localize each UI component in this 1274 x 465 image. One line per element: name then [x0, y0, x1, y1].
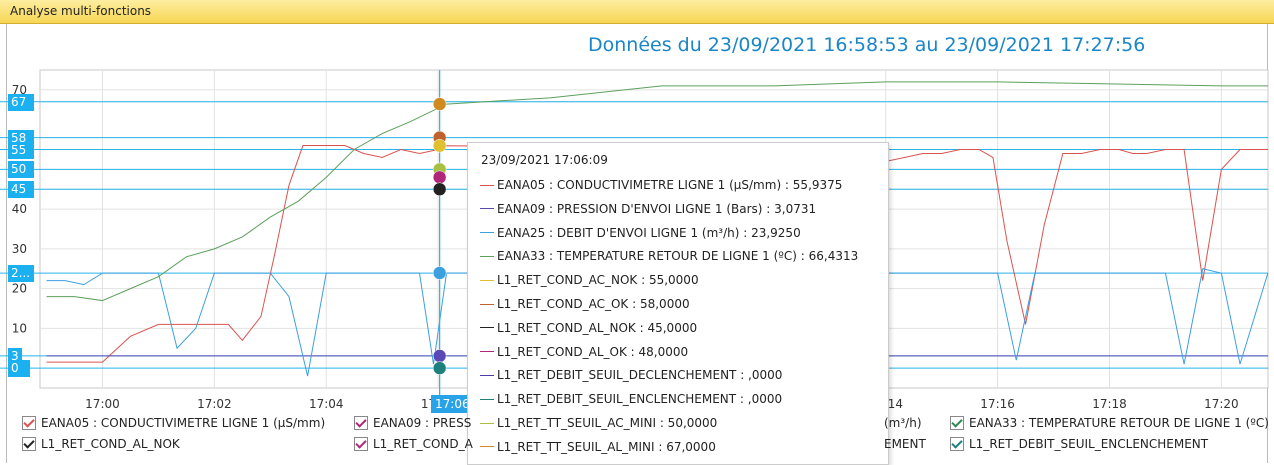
cursor-marker: [432, 361, 447, 375]
tooltip-row-text: EANA05 : CONDUCTIVIMETRE LIGNE 1 (µS/mm)…: [497, 178, 843, 192]
tooltip-row-text: EANA33 : TEMPERATURE RETOUR DE LIGNE 1 (…: [497, 249, 859, 264]
legend-checkbox[interactable]: [354, 437, 368, 451]
cursor-marker: [432, 170, 447, 185]
legend-item-label: L1_RET_COND_A: [373, 437, 473, 451]
tooltip-row: L1_RET_COND_AC_OK : 58,0000: [480, 297, 690, 311]
tooltip-row-text: L1_RET_COND_AL_OK : 48,0000: [497, 344, 689, 359]
y-highlight-badge: 67: [8, 93, 34, 111]
tooltip-row: EANA25 : DEBIT D'ENVOI LIGNE 1 (m³/h) : …: [480, 226, 801, 240]
tooltip-row-text: L1_RET_COND_AL_NOK : 45,0000: [497, 320, 698, 335]
legend-item-label: L1_RET_DEBIT_SEUIL_ENCLENCHEMENT: [969, 437, 1209, 451]
legend-checkbox[interactable]: [22, 416, 36, 430]
tooltip-row: L1_RET_DEBIT_SEUIL_DECLENCHEMENT : ,0000: [480, 368, 782, 382]
tooltip-row-text: L1_RET_COND_AC_OK : 58,0000: [497, 297, 690, 311]
legend-item[interactable]: EANA05 : CONDUCTIVIMETRE LIGNE 1 (µS/mm): [22, 416, 325, 430]
tooltip-date: 23/09/2021 17:06:09: [481, 153, 608, 167]
legend-checkbox[interactable]: [950, 437, 964, 451]
legend-item[interactable]: EANA33 : TEMPERATURE RETOUR DE LIGNE 1 (…: [950, 416, 1269, 430]
y-tick-label: 30: [12, 242, 27, 256]
legend-item-partial: EMENT: [884, 437, 926, 451]
legend-checkbox[interactable]: [22, 437, 36, 451]
legend-checkbox[interactable]: [354, 416, 368, 430]
tooltip-row-text: L1_RET_COND_AC_NOK : 55,0000: [497, 273, 699, 288]
y-highlight-badge: 50: [8, 161, 34, 179]
cursor-marker: [432, 182, 447, 196]
legend-checkbox[interactable]: [950, 416, 964, 430]
cursor-marker: [432, 266, 447, 280]
x-tick-label: 17:02: [197, 397, 232, 411]
tooltip-swatch: [480, 279, 494, 281]
tooltip-row-text: EANA25 : DEBIT D'ENVOI LIGNE 1 (m³/h) : …: [497, 225, 801, 240]
tooltip-row: L1_RET_COND_AC_NOK : 55,0000: [480, 273, 699, 287]
tooltip-swatch: [480, 255, 494, 257]
tooltip-row: EANA09 : PRESSION D'ENVOI LIGNE 1 (Bars)…: [480, 202, 816, 216]
y-tick-label: 10: [12, 321, 27, 335]
tooltip-row: L1_RET_DEBIT_SEUIL_ENCLENCHEMENT : ,0000: [480, 392, 782, 406]
y-highlight-badge: 45: [8, 181, 34, 199]
legend-item-label: EANA05 : CONDUCTIVIMETRE LIGNE 1 (µS/mm): [41, 416, 326, 430]
tooltip-swatch: [480, 184, 494, 186]
tooltip-row: EANA05 : CONDUCTIVIMETRE LIGNE 1 (µS/mm)…: [480, 178, 842, 192]
legend-item-label: EANA33 : TEMPERATURE RETOUR DE LIGNE 1 (…: [969, 416, 1269, 430]
x-tick-label: 17:16: [980, 397, 1015, 411]
legend-item-label: (m³/h): [884, 416, 922, 430]
tooltip-swatch: [480, 327, 494, 329]
tooltip-row-text: L1_RET_DEBIT_SEUIL_DECLENCHEMENT : ,0000: [497, 368, 783, 383]
x-tick-label: 17:00: [85, 397, 120, 411]
tooltip-swatch: [480, 374, 494, 376]
y-highlight-badge: 0: [8, 360, 30, 378]
cursor-x-label: 17:06: [431, 395, 471, 413]
legend-item-partial: (m³/h): [884, 416, 922, 430]
legend-item[interactable]: L1_RET_COND_A: [354, 437, 473, 451]
tooltip-swatch: [480, 398, 494, 400]
tooltip-swatch: [480, 351, 494, 353]
tooltip-swatch: [480, 208, 494, 210]
tooltip-swatch: [480, 232, 494, 234]
x-tick-label: 17:20: [1204, 397, 1239, 411]
legend-item[interactable]: L1_RET_COND_AL_NOK: [22, 437, 180, 451]
tooltip-row-text: EANA09 : PRESSION D'ENVOI LIGNE 1 (Bars)…: [497, 201, 817, 216]
tooltip-swatch: [480, 303, 494, 305]
cursor-marker: [432, 349, 447, 363]
tooltip-row: EANA33 : TEMPERATURE RETOUR DE LIGNE 1 (…: [480, 249, 858, 263]
legend-item-label: L1_RET_COND_AL_NOK: [41, 437, 180, 451]
y-highlight-badge: 2...: [8, 265, 34, 283]
cursor-marker: [432, 97, 447, 111]
chart-legend: EANA05 : CONDUCTIVIMETRE LIGNE 1 (µS/mm)…: [22, 414, 1272, 460]
legend-item-label: EANA09 : PRESS: [373, 416, 472, 430]
legend-item-label: EMENT: [884, 437, 926, 451]
tooltip-row: L1_RET_COND_AL_NOK : 45,0000: [480, 321, 697, 335]
y-tick-label: 20: [12, 282, 27, 296]
legend-item[interactable]: L1_RET_DEBIT_SEUIL_ENCLENCHEMENT: [950, 437, 1208, 451]
cursor-marker: [432, 139, 447, 153]
tooltip-row: L1_RET_COND_AL_OK : 48,0000: [480, 345, 688, 359]
x-tick-label: 17:18: [1092, 397, 1127, 411]
legend-item[interactable]: EANA09 : PRESS: [354, 416, 471, 430]
y-tick-label: 40: [12, 202, 27, 216]
x-tick-label: 17:04: [309, 397, 344, 411]
y-highlight-badge: 55: [8, 141, 34, 159]
tooltip-row-text: L1_RET_DEBIT_SEUIL_ENCLENCHEMENT : ,0000: [497, 392, 783, 407]
